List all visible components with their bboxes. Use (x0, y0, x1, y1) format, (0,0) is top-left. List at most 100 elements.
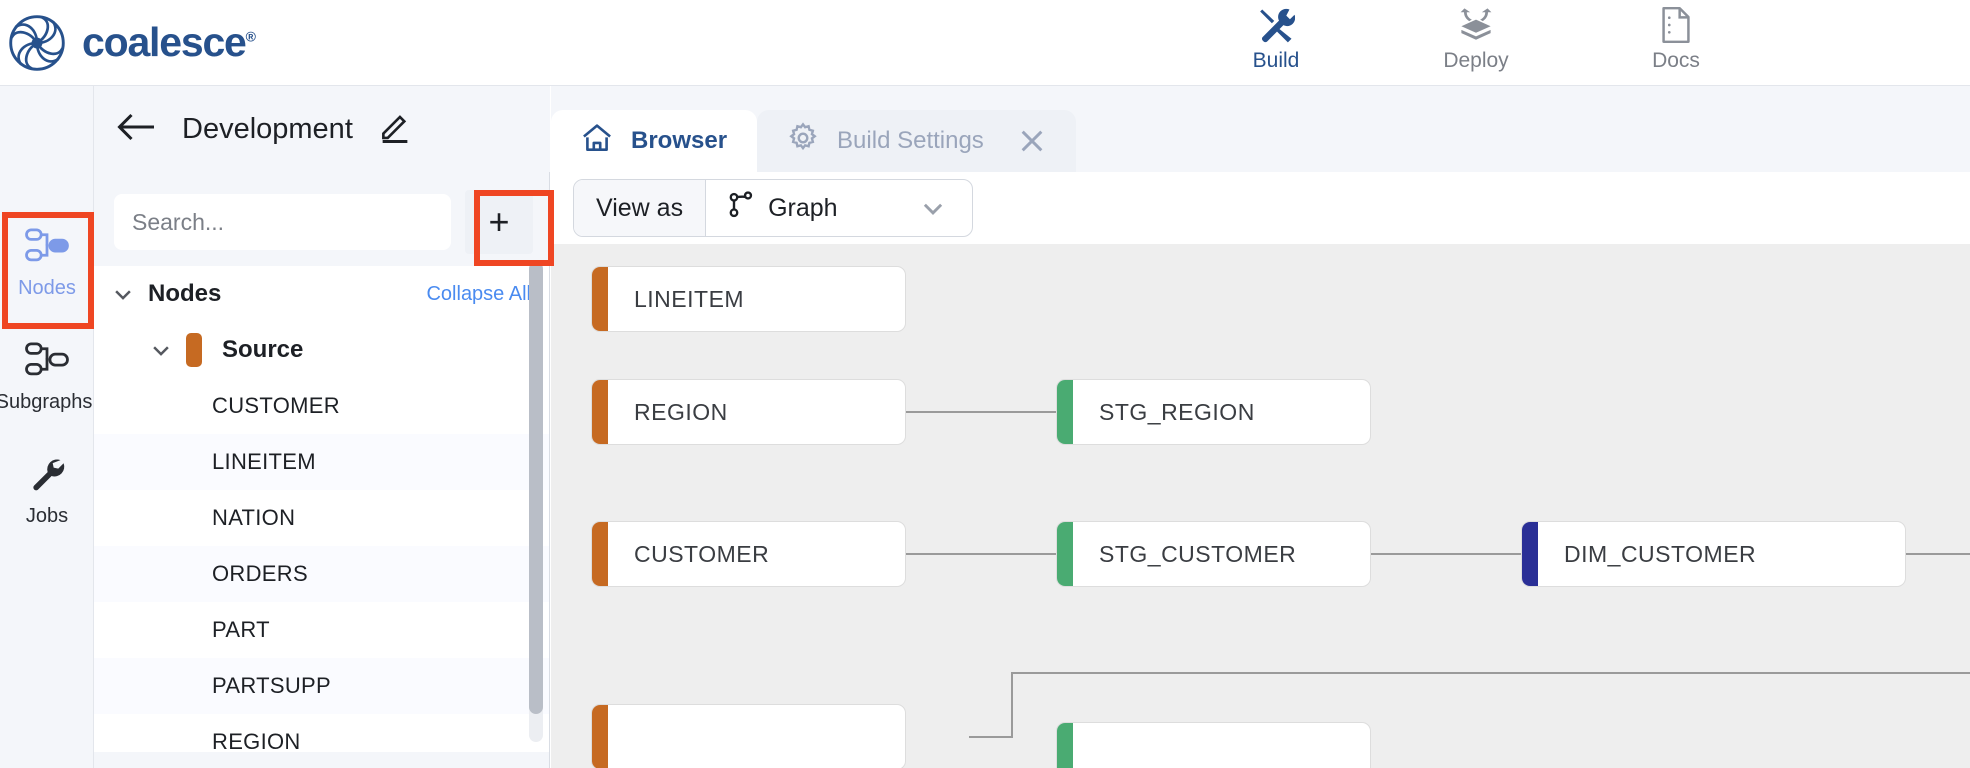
graph-node-region[interactable]: REGION (591, 379, 906, 445)
tree-item-part[interactable]: PART (94, 602, 549, 658)
edge-customer-stgcustomer (906, 553, 1056, 555)
graph-canvas[interactable]: LINEITEM REGION STG_REGION CUSTOMER STG_… (551, 244, 1970, 768)
tree-item-label: REGION (212, 729, 301, 752)
add-node-button[interactable]: + (465, 190, 533, 254)
edge-region-stgregion (906, 411, 1056, 413)
graph-node-lineitem[interactable]: LINEITEM (591, 266, 906, 332)
tree-row-nodes-root[interactable]: Nodes Collapse All (94, 266, 549, 322)
deploy-icon (1456, 6, 1496, 44)
rail-item-jobs[interactable]: Jobs (0, 440, 94, 542)
edge-branch-horizontal (1011, 672, 1970, 674)
tree-item-label: PARTSUPP (212, 673, 331, 698)
tree-item-region[interactable]: REGION (94, 714, 549, 752)
top-nav: Build Deploy Docs (1232, 6, 1720, 73)
node-tree: Nodes Collapse All Source CUSTOMER LINEI… (94, 266, 549, 752)
edge-stgcustomer-dimcustomer (1371, 553, 1521, 555)
topnav-item-deploy[interactable]: Deploy (1432, 6, 1520, 73)
node-type-bar (592, 380, 608, 444)
rail-item-nodes[interactable]: Nodes (0, 212, 94, 314)
node-type-bar (592, 705, 608, 768)
view-as-label: View as (574, 180, 707, 236)
node-type-bar (1057, 522, 1073, 586)
graph-toolbar: View as Graph (551, 172, 1970, 244)
chevron-down-icon[interactable] (920, 195, 946, 221)
main-area: Browser Build Settings View as Graph LIN… (551, 86, 1970, 768)
tab-bar: Browser Build Settings (551, 86, 1970, 172)
tree-row-source-group[interactable]: Source (94, 322, 549, 378)
topnav-label-docs: Docs (1652, 49, 1700, 72)
tree-item-label: ORDERS (212, 561, 308, 586)
view-as-dropdown[interactable]: View as Graph (573, 179, 973, 237)
tree-item-orders[interactable]: ORDERS (94, 546, 549, 602)
node-type-bar (1522, 522, 1538, 586)
graph-node-label: STG_REGION (1099, 398, 1255, 425)
edge-branch-vertical (1011, 672, 1013, 737)
graph-node-label: STG_CUSTOMER (1099, 540, 1297, 567)
tree-label-nodes: Nodes (148, 280, 222, 307)
chevron-down-icon[interactable] (108, 279, 138, 309)
brand-name: coalesce® (82, 19, 256, 65)
graph-node-label: LINEITEM (634, 285, 745, 312)
rail-label-nodes: Nodes (18, 276, 76, 299)
canvas-wrapper: View as Graph LINEITEM REGION STG_REGION… (551, 172, 1970, 768)
explorer-panel: + Nodes Collapse All Source (94, 172, 550, 768)
view-as-value-group: Graph (706, 190, 971, 226)
graph-node-customer[interactable]: CUSTOMER (591, 521, 906, 587)
node-type-bar (592, 267, 608, 331)
pencil-icon[interactable] (379, 111, 411, 148)
graph-node-partial-source[interactable] (591, 704, 906, 768)
tab-browser[interactable]: Browser (551, 110, 758, 172)
graph-node-partial-stage[interactable] (1056, 722, 1371, 768)
document-icon (1659, 6, 1693, 44)
top-bar: coalesce® Build Deploy Docs (0, 0, 1970, 86)
graph-node-stg-customer[interactable]: STG_CUSTOMER (1056, 521, 1371, 587)
app-root: coalesce® Build Deploy Docs Nodes Subgra… (0, 0, 1970, 768)
view-as-value: Graph (768, 193, 838, 222)
chevron-down-icon[interactable] (146, 335, 176, 365)
topnav-label-deploy: Deploy (1443, 49, 1509, 72)
tree-item-nation[interactable]: NATION (94, 490, 549, 546)
rail-item-subgraphs[interactable]: Subgraphs (0, 326, 94, 428)
collapse-all-link[interactable]: Collapse All (426, 283, 531, 306)
tab-label-browser: Browser (631, 127, 728, 154)
home-icon (581, 122, 613, 161)
topnav-label-build: Build (1252, 49, 1300, 72)
gear-icon (787, 121, 819, 161)
tree-item-customer[interactable]: CUSTOMER (94, 378, 549, 434)
tab-build-settings[interactable]: Build Settings (757, 110, 1076, 172)
graph-node-dim-customer[interactable]: DIM_CUSTOMER (1521, 521, 1906, 587)
graph-node-label: CUSTOMER (634, 540, 770, 567)
graph-node-label: DIM_CUSTOMER (1564, 540, 1757, 567)
nodes-icon (25, 227, 69, 270)
page-title: Development (182, 112, 353, 145)
search-row: + (94, 172, 549, 266)
tree-item-partsupp[interactable]: PARTSUPP (94, 658, 549, 714)
graph-node-label: REGION (634, 398, 728, 425)
close-icon[interactable] (1018, 127, 1046, 155)
edge-branch-stub (969, 736, 1013, 738)
panel-scrollbar[interactable] (529, 262, 543, 742)
node-type-bar (1057, 380, 1073, 444)
tree-item-label: LINEITEM (212, 449, 316, 474)
search-input[interactable] (114, 194, 451, 250)
brand[interactable]: coalesce® (0, 14, 256, 72)
tree-item-label: CUSTOMER (212, 393, 340, 418)
rail-label-subgraphs: Subgraphs (0, 390, 93, 413)
wrench-icon (28, 455, 66, 498)
topnav-item-docs[interactable]: Docs (1632, 6, 1720, 73)
node-type-bar (1057, 723, 1073, 768)
left-rail: Nodes Subgraphs Jobs (0, 86, 94, 768)
tree-item-lineitem[interactable]: LINEITEM (94, 434, 549, 490)
tools-icon (1257, 6, 1295, 44)
graph-node-stg-region[interactable]: STG_REGION (1056, 379, 1371, 445)
panel-header: Development (94, 86, 550, 172)
panel-scrollbar-thumb[interactable] (529, 262, 543, 714)
source-color-swatch (186, 333, 202, 367)
topnav-item-build[interactable]: Build (1232, 6, 1320, 73)
edge-dimcustomer-out (1906, 553, 1970, 555)
node-type-bar (592, 522, 608, 586)
coalesce-logo-icon (8, 14, 66, 72)
back-arrow-icon[interactable] (116, 112, 156, 147)
tree-label-source: Source (222, 336, 304, 363)
tab-label-build-settings: Build Settings (837, 127, 984, 154)
